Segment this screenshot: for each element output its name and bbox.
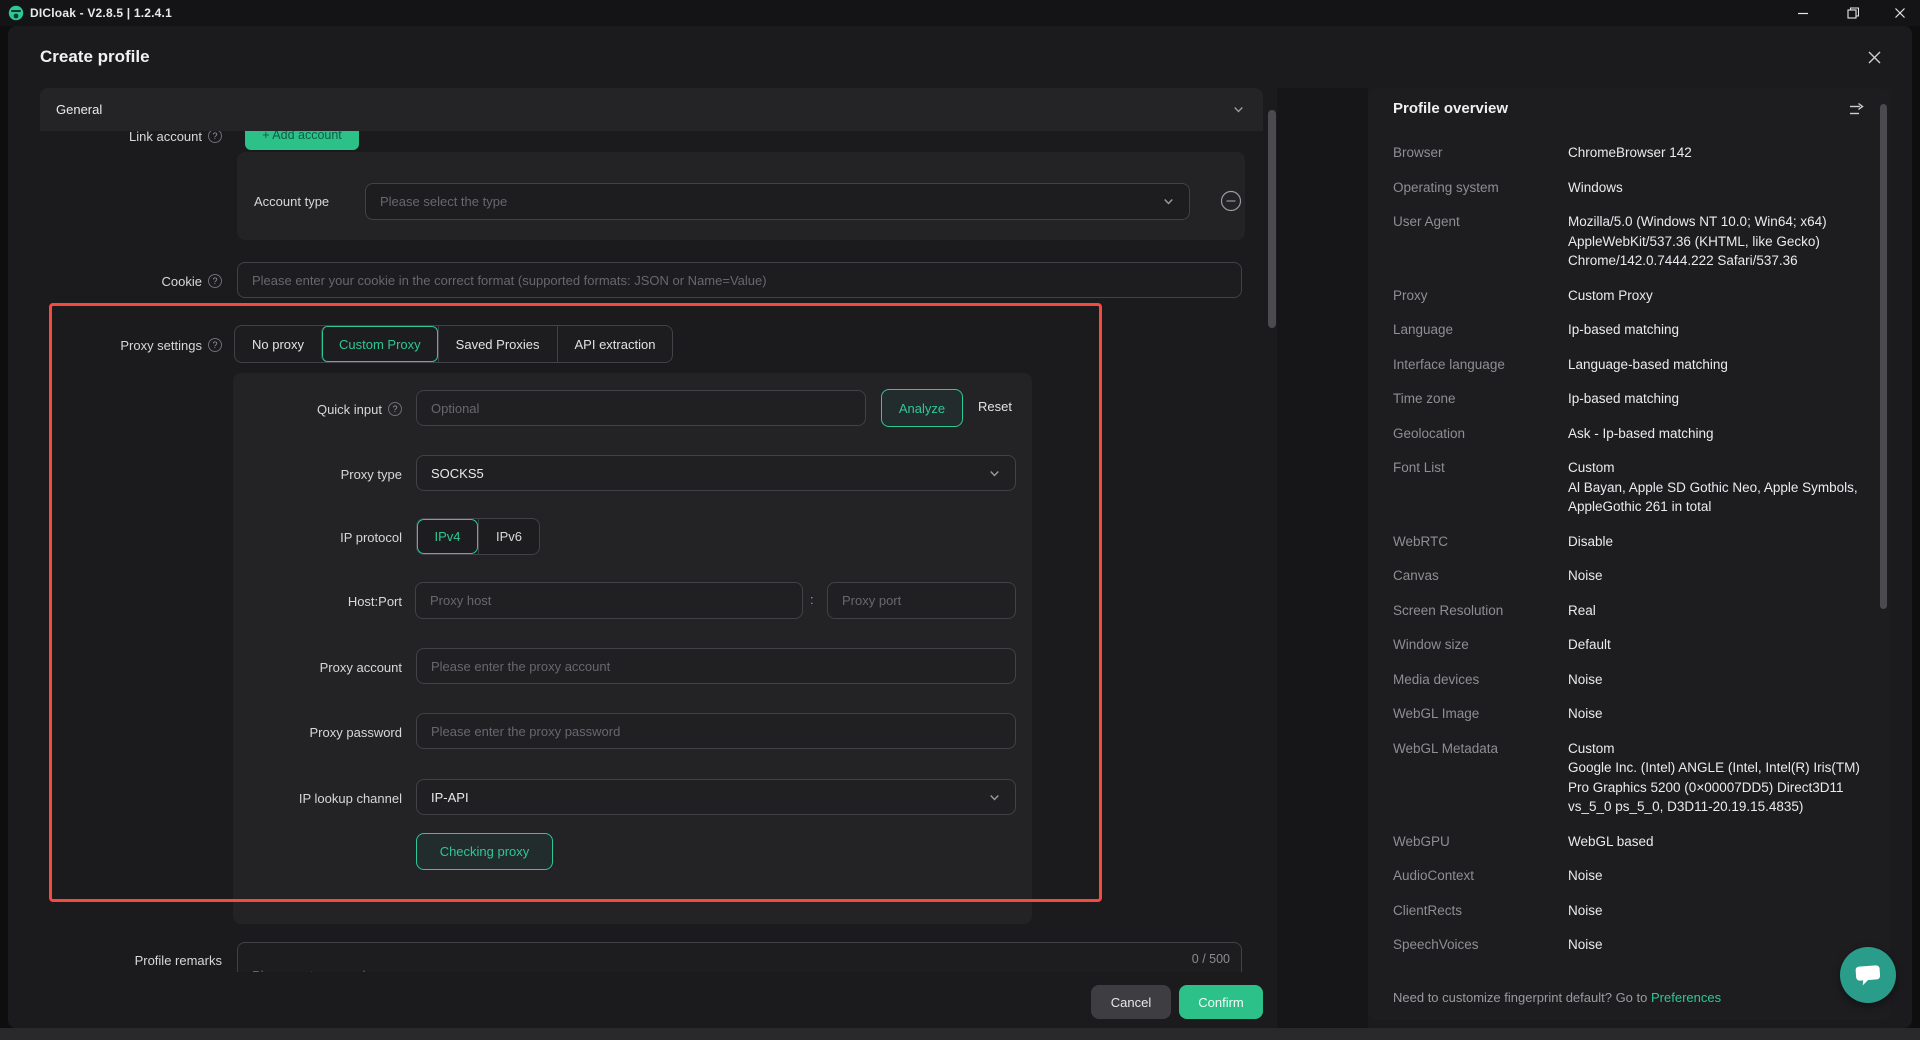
window-close-button[interactable] <box>1880 0 1920 26</box>
proxy-host-input[interactable] <box>415 582 803 619</box>
proxy-settings-label: Proxy settings ? <box>38 336 222 354</box>
collapse-panel-icon[interactable] <box>1848 101 1866 119</box>
tab-custom-proxy[interactable]: Custom Proxy <box>321 326 438 362</box>
overview-row: Screen ResolutionReal <box>1393 601 1880 621</box>
overview-row: WebRTCDisable <box>1393 532 1880 552</box>
overview-row: User AgentMozilla/5.0 (Windows NT 10.0; … <box>1393 212 1880 271</box>
form-scrollbar[interactable] <box>1268 110 1276 328</box>
overview-row: ClientRectsNoise <box>1393 901 1880 921</box>
overview-row: GeolocationAsk - Ip-based matching <box>1393 424 1880 444</box>
ipv6-option[interactable]: IPv6 <box>478 519 539 554</box>
overview-row: AudioContextNoise <box>1393 866 1880 886</box>
proxy-password-label: Proxy password <box>150 723 402 741</box>
overview-row: Time zoneIp-based matching <box>1393 389 1880 409</box>
help-icon[interactable]: ? <box>208 129 222 143</box>
support-chat-button[interactable] <box>1840 947 1896 1003</box>
proxy-type-select[interactable]: SOCKS5 <box>416 455 1016 491</box>
overview-row: CanvasNoise <box>1393 566 1880 586</box>
window-bottom-edge <box>0 1028 1920 1040</box>
panel-gap <box>1277 88 1368 1028</box>
confirm-button[interactable]: Confirm <box>1179 985 1263 1019</box>
tab-api-extraction[interactable]: API extraction <box>557 326 673 362</box>
account-type-label: Account type <box>254 192 354 210</box>
help-icon[interactable]: ? <box>208 274 222 288</box>
chevron-down-icon <box>1162 195 1175 208</box>
overview-row: Media devicesNoise <box>1393 670 1880 690</box>
help-icon[interactable]: ? <box>208 338 222 352</box>
titlebar: DICloak - V2.8.5 | 1.2.4.1 <box>0 0 1920 26</box>
tab-no-proxy[interactable]: No proxy <box>235 326 321 362</box>
overview-row: Operating systemWindows <box>1393 178 1880 198</box>
proxy-account-label: Proxy account <box>150 658 402 676</box>
overview-row: LanguageIp-based matching <box>1393 320 1880 340</box>
overview-row: WebGL ImageNoise <box>1393 704 1880 724</box>
host-port-label: Host:Port <box>150 592 402 610</box>
analyze-button[interactable]: Analyze <box>881 389 963 427</box>
fingerprint-note: Need to customize fingerprint default? G… <box>1393 990 1721 1005</box>
proxy-port-input[interactable] <box>827 582 1016 619</box>
ipv4-option[interactable]: IPv4 <box>417 519 478 554</box>
account-type-placeholder: Please select the type <box>380 194 507 209</box>
cookie-label: Cookie ? <box>38 272 222 290</box>
help-icon[interactable]: ? <box>388 402 402 416</box>
ip-protocol-group: IPv4 IPv6 <box>416 518 540 555</box>
host-port-separator: : <box>810 592 814 607</box>
ip-lookup-label: IP lookup channel <box>150 789 402 807</box>
app-title: DICloak - V2.8.5 | 1.2.4.1 <box>30 6 172 20</box>
chevron-down-icon <box>988 791 1001 804</box>
ip-protocol-label: IP protocol <box>150 528 402 546</box>
overview-row: WebGPUWebGL based <box>1393 832 1880 852</box>
overview-row: Window sizeDefault <box>1393 635 1880 655</box>
cancel-button[interactable]: Cancel <box>1091 985 1171 1019</box>
remove-account-icon[interactable] <box>1220 190 1242 212</box>
overview-row: Interface languageLanguage-based matchin… <box>1393 355 1880 375</box>
overview-title: Profile overview <box>1393 100 1508 117</box>
overview-row: SpeechVoicesNoise <box>1393 935 1880 955</box>
proxy-account-input[interactable] <box>416 648 1016 684</box>
section-general-label: General <box>56 102 102 117</box>
dialog-footer <box>40 972 1263 1028</box>
proxy-password-input[interactable] <box>416 713 1016 749</box>
quick-input-label: Quick input ? <box>150 400 402 418</box>
app-window: DICloak - V2.8.5 | 1.2.4.1 Create profil… <box>0 0 1920 1040</box>
overview-row: ProxyCustom Proxy <box>1393 286 1880 306</box>
checking-proxy-button[interactable]: Checking proxy <box>416 833 553 870</box>
minimize-button[interactable] <box>1783 0 1823 26</box>
profile-remarks-label: Profile remarks <box>38 951 222 969</box>
proxy-type-value: SOCKS5 <box>431 466 484 481</box>
ip-lookup-value: IP-API <box>431 790 469 805</box>
overview-scrollbar[interactable] <box>1880 104 1887 609</box>
restore-button[interactable] <box>1833 0 1873 26</box>
overview-row: WebGL MetadataCustom Google Inc. (Intel)… <box>1393 739 1880 817</box>
cookie-input[interactable] <box>237 262 1242 298</box>
overview-rows: BrowserChromeBrowser 142 Operating syste… <box>1393 143 1880 970</box>
chevron-down-icon <box>988 467 1001 480</box>
reset-button[interactable]: Reset <box>978 399 1012 414</box>
account-type-select[interactable]: Please select the type <box>365 183 1190 220</box>
ip-lookup-select[interactable]: IP-API <box>416 779 1016 815</box>
proxy-type-label: Proxy type <box>150 465 402 483</box>
dialog-close-icon[interactable] <box>1866 49 1883 66</box>
section-general-header[interactable]: General <box>40 88 1263 131</box>
proxy-tabs: No proxy Custom Proxy Saved Proxies API … <box>234 325 673 363</box>
quick-input-field[interactable] <box>416 390 866 426</box>
dialog-title: Create profile <box>40 47 150 67</box>
tab-saved-proxies[interactable]: Saved Proxies <box>438 326 557 362</box>
overview-row: BrowserChromeBrowser 142 <box>1393 143 1880 163</box>
app-logo-icon <box>8 5 24 21</box>
overview-row: Font ListCustom Al Bayan, Apple SD Gothi… <box>1393 458 1880 517</box>
preferences-link[interactable]: Preferences <box>1651 990 1721 1005</box>
chat-bubble-icon <box>1853 961 1883 989</box>
remarks-char-counter: 0 / 500 <box>1110 952 1230 966</box>
chevron-down-icon <box>1232 103 1245 116</box>
